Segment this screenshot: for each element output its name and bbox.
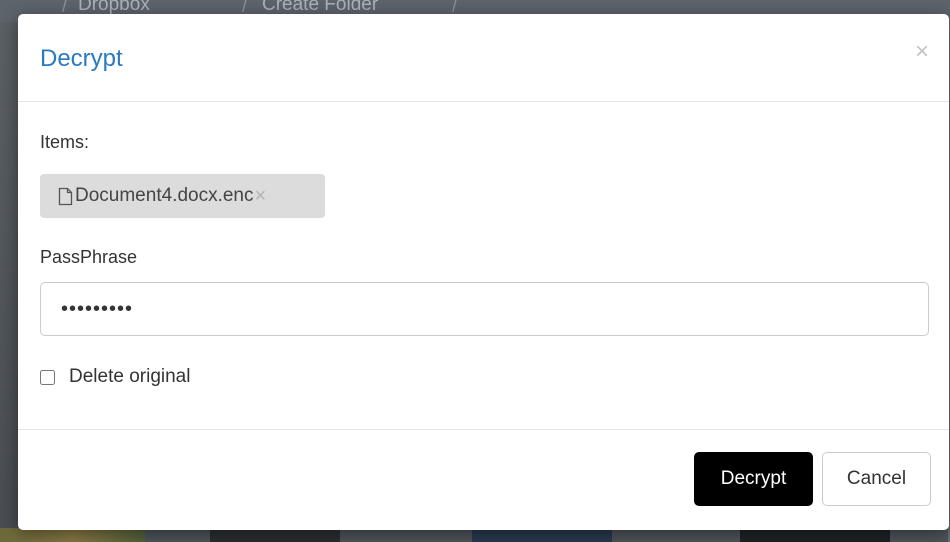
decrypt-dialog: Decrypt × Items: Document4.docx.enc × Pa… bbox=[18, 14, 949, 530]
background-thumbnail bbox=[0, 528, 145, 542]
delete-original-row: Delete original bbox=[40, 366, 190, 388]
delete-original-label[interactable]: Delete original bbox=[69, 366, 190, 388]
item-tag: Document4.docx.enc × bbox=[40, 174, 325, 218]
decrypt-button[interactable]: Decrypt bbox=[694, 452, 813, 506]
background-thumbnail bbox=[472, 528, 612, 542]
close-icon[interactable]: × bbox=[915, 40, 929, 64]
remove-item-icon[interactable]: × bbox=[255, 185, 267, 208]
file-icon bbox=[58, 187, 73, 206]
item-name: Document4.docx.enc bbox=[75, 185, 254, 206]
cancel-button[interactable]: Cancel bbox=[822, 452, 931, 506]
passphrase-input[interactable] bbox=[40, 282, 929, 336]
passphrase-label: PassPhrase bbox=[40, 247, 138, 267]
items-label: Items: bbox=[40, 132, 90, 152]
dialog-header: Decrypt × bbox=[18, 14, 949, 102]
background-panel bbox=[0, 22, 18, 542]
dialog-title: Decrypt bbox=[40, 45, 123, 72]
delete-original-checkbox[interactable] bbox=[40, 369, 55, 385]
dialog-body: Items: Document4.docx.enc × PassPhrase D… bbox=[18, 102, 949, 430]
dialog-footer: Decrypt Cancel bbox=[18, 430, 949, 529]
background-thumbnail bbox=[740, 528, 890, 542]
background-thumbnail bbox=[210, 528, 340, 542]
